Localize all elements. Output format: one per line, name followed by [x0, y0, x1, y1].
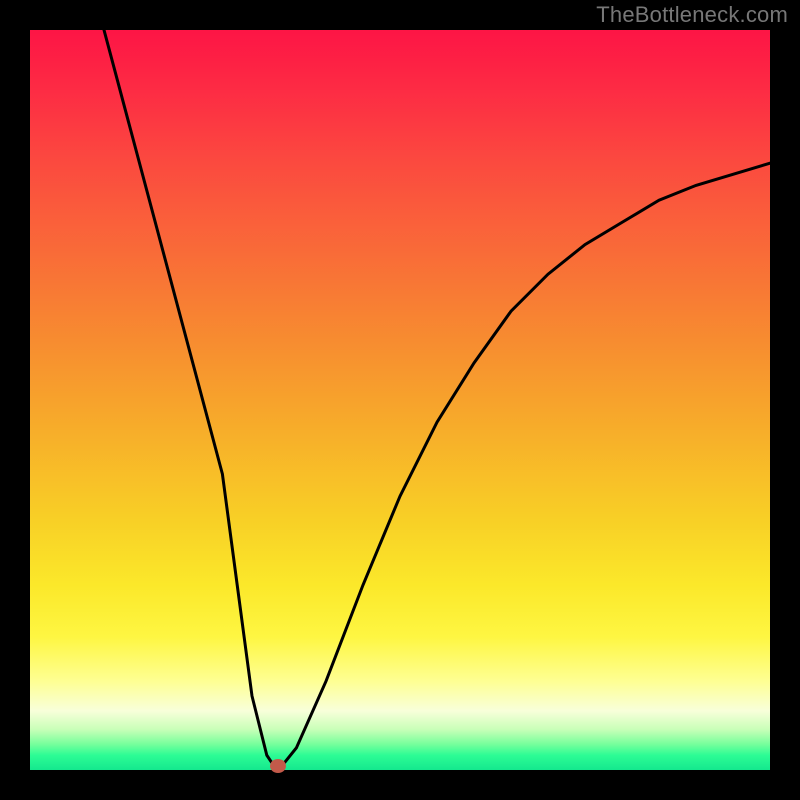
chart-frame: TheBottleneck.com [0, 0, 800, 800]
optimal-point-marker [270, 759, 286, 773]
bottleneck-curve [104, 30, 770, 766]
curve-svg [30, 30, 770, 770]
watermark-text: TheBottleneck.com [596, 2, 788, 28]
plot-area [30, 30, 770, 770]
